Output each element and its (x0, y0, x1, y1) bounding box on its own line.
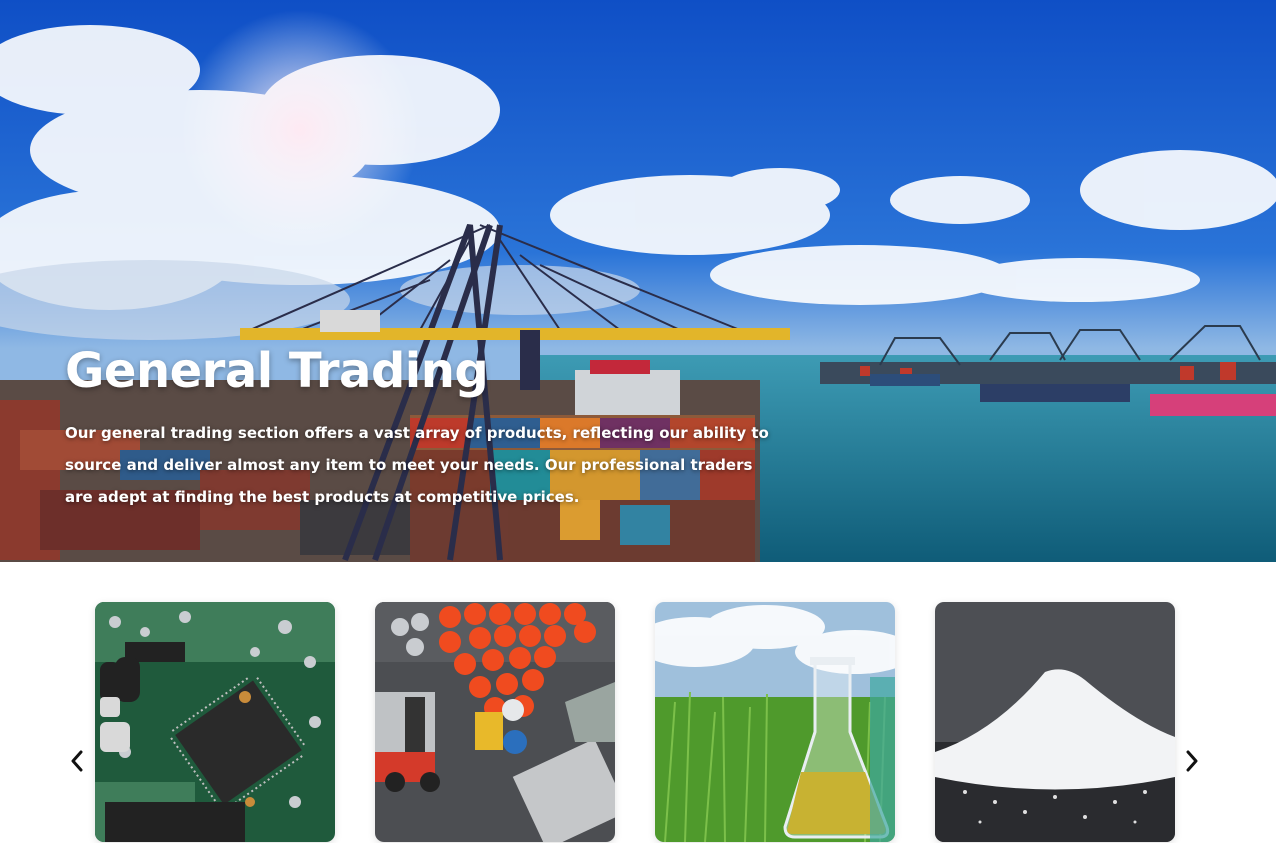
product-carousel (0, 562, 1276, 843)
circuit-board-image (95, 602, 335, 842)
hero-text-block: General Trading Our general trading sect… (65, 342, 785, 513)
white-powder-image (935, 602, 1175, 842)
hero-description: Our general trading section offers a vas… (65, 424, 769, 506)
drums-forklift-image (375, 602, 615, 842)
product-card-electronics[interactable] (95, 602, 335, 842)
product-card-white-powder[interactable] (935, 602, 1175, 842)
hero-banner: General Trading Our general trading sect… (0, 0, 1276, 562)
hero-title: General Trading (65, 343, 489, 399)
chevron-right-icon (1186, 750, 1198, 772)
product-card-chemicals-drums[interactable] (375, 602, 615, 842)
carousel-prev-button[interactable] (65, 746, 89, 776)
carousel-next-button[interactable] (1180, 746, 1204, 776)
chevron-left-icon (71, 750, 83, 772)
product-card-agrochemicals[interactable] (655, 602, 895, 842)
flask-field-image (655, 602, 895, 842)
